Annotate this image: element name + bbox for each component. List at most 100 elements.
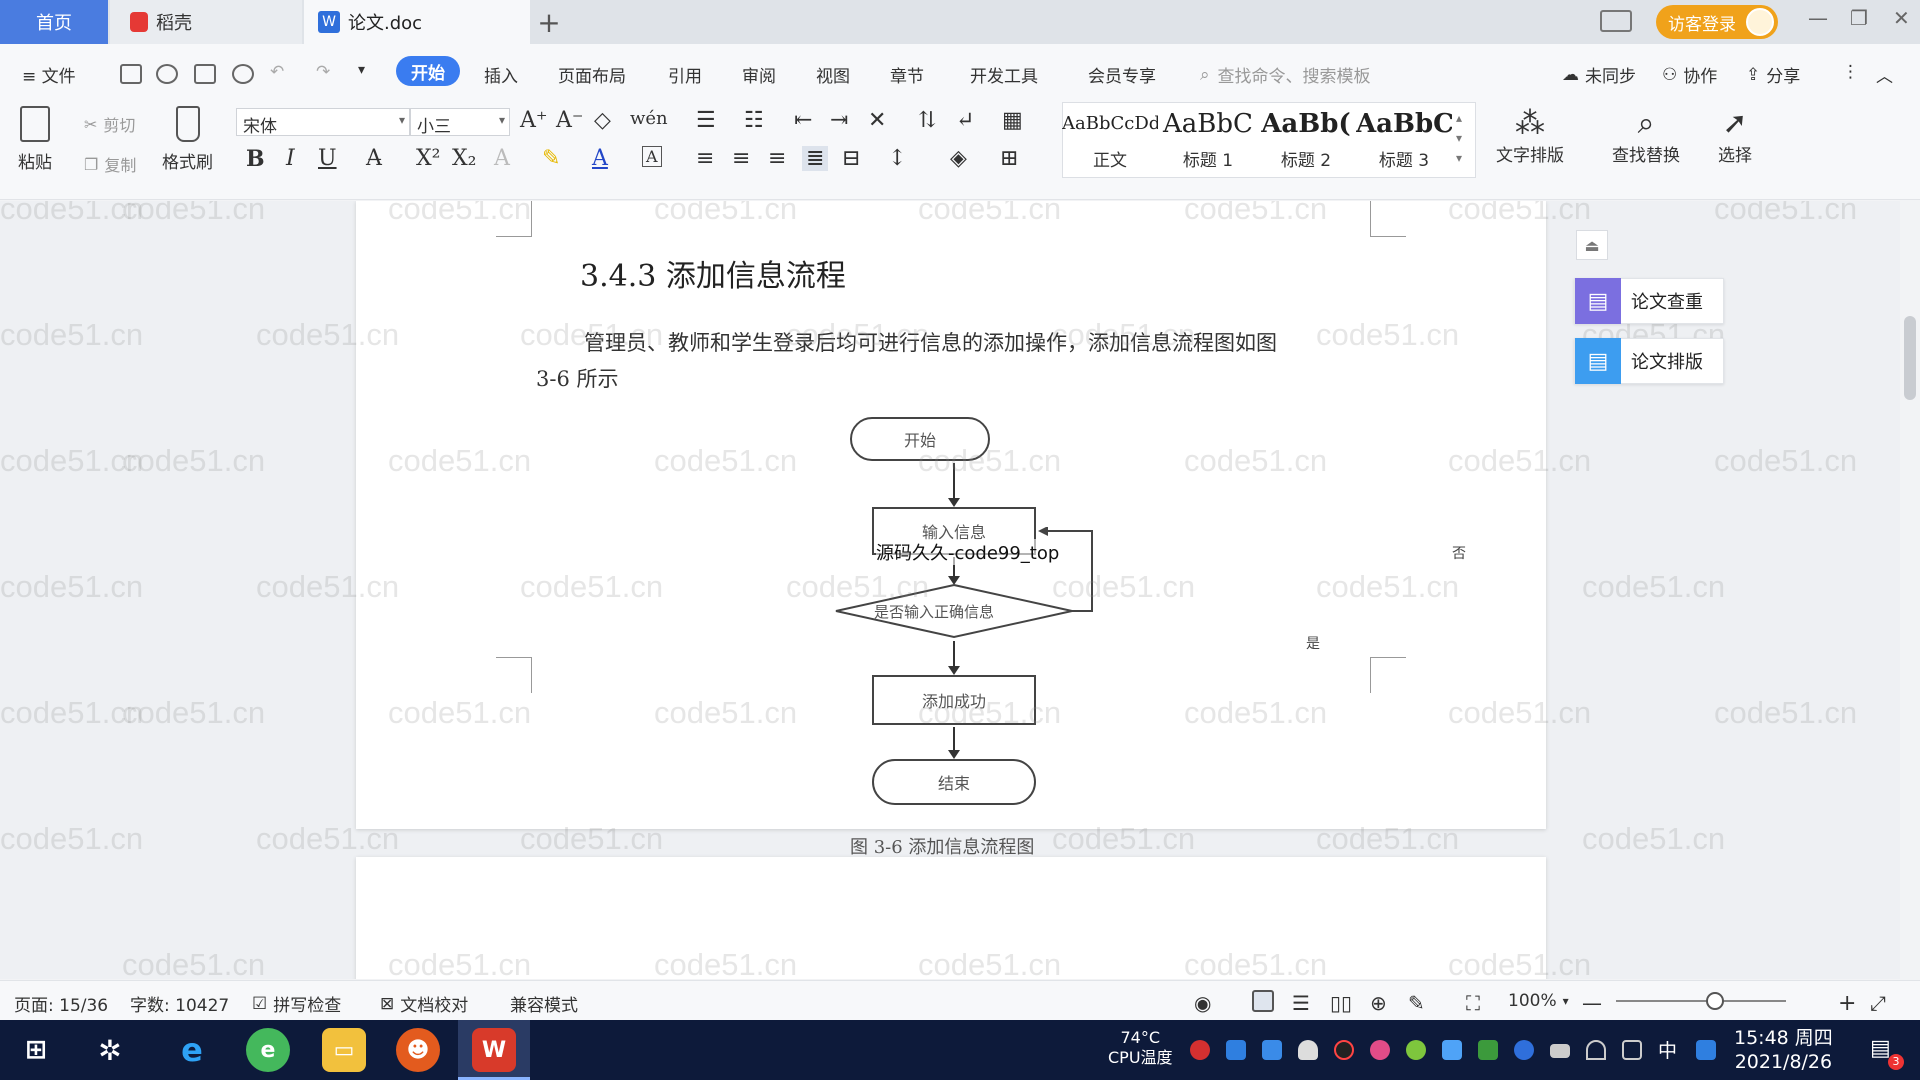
zoom-level-select[interactable]: 100% ▾ bbox=[1508, 991, 1569, 1011]
fullscreen-icon[interactable]: ⤢ bbox=[1870, 991, 1886, 1015]
page-view-icon[interactable] bbox=[1252, 990, 1274, 1012]
menu-member[interactable]: 会员专享 bbox=[1088, 62, 1156, 87]
side-panel-collapse-button[interactable]: ⏏ bbox=[1576, 230, 1608, 260]
bluetooth-icon[interactable] bbox=[1514, 1040, 1534, 1060]
scrollbar-thumb[interactable] bbox=[1904, 316, 1916, 400]
word-count[interactable]: 字数: 10427 bbox=[130, 991, 229, 1016]
menu-view[interactable]: 视图 bbox=[816, 62, 850, 87]
zoom-slider-track[interactable] bbox=[1616, 1000, 1786, 1002]
tray-app-icon[interactable] bbox=[1370, 1040, 1390, 1060]
menu-review[interactable]: 审阅 bbox=[742, 62, 776, 87]
fit-page-icon[interactable]: ⛶ bbox=[1466, 991, 1480, 1015]
output-icon[interactable] bbox=[156, 64, 178, 84]
menu-reference[interactable]: 引用 bbox=[668, 62, 702, 87]
tray-app-icon[interactable] bbox=[1226, 1040, 1246, 1060]
input-method-icon[interactable] bbox=[1696, 1040, 1716, 1060]
outline-view-icon[interactable]: ☰ bbox=[1292, 991, 1310, 1015]
sync-button[interactable]: ☁ 未同步 bbox=[1562, 62, 1636, 88]
document-page[interactable]: 3.4.3 添加信息流程 管理员、教师和学生登录后均可进行信息的添加操作，添加信… bbox=[356, 201, 1546, 829]
bell-icon[interactable] bbox=[1298, 1040, 1318, 1060]
nvidia-icon[interactable] bbox=[1478, 1040, 1498, 1060]
tab-document[interactable]: W 论文.doc bbox=[304, 0, 530, 44]
phonetic-guide-icon[interactable]: wén bbox=[630, 108, 668, 129]
media-app-icon[interactable]: ☻ bbox=[396, 1028, 440, 1072]
tray-app-icon[interactable] bbox=[1442, 1040, 1462, 1060]
shading-icon[interactable]: ◈ bbox=[950, 146, 967, 171]
menu-dev-tools[interactable]: 开发工具 bbox=[970, 62, 1038, 87]
reading-view-icon[interactable]: ▯▯ bbox=[1330, 991, 1352, 1015]
copy-button[interactable]: ❐ 复制 bbox=[84, 152, 136, 176]
write-mode-icon[interactable]: ✎ bbox=[1408, 991, 1425, 1015]
sort-icon[interactable]: ⇅ bbox=[918, 108, 936, 133]
battery-icon[interactable] bbox=[1550, 1044, 1570, 1058]
style-normal[interactable]: AaBbCcDd 正文 bbox=[1062, 104, 1158, 176]
menu-chapter[interactable]: 章节 bbox=[890, 62, 924, 87]
strikethrough-icon[interactable]: A̶ bbox=[366, 146, 382, 171]
style-gallery-scroll-icon[interactable]: ▴ ▾ ▾ bbox=[1456, 108, 1462, 168]
style-heading-1[interactable]: AaBbC 标题 1 bbox=[1160, 104, 1256, 176]
pinwheel-app-icon[interactable]: ✲ bbox=[88, 1028, 132, 1072]
underline-button[interactable]: U bbox=[318, 146, 337, 171]
zoom-in-icon[interactable]: + bbox=[1838, 991, 1856, 1016]
tab-home[interactable]: 首页 bbox=[0, 0, 108, 44]
web-view-icon[interactable]: ⊕ bbox=[1370, 991, 1387, 1015]
borders-icon[interactable]: ⊞ bbox=[1000, 146, 1018, 171]
find-replace-button[interactable]: ⌕ 查找替换 bbox=[1612, 106, 1680, 166]
char-border-icon[interactable]: A bbox=[642, 146, 662, 167]
bullet-list-icon[interactable]: ☰ bbox=[696, 108, 716, 133]
wps-office-icon[interactable]: W bbox=[472, 1028, 516, 1072]
superscript-icon[interactable]: X² bbox=[416, 146, 440, 171]
style-heading-3[interactable]: AaBbC 标题 3 bbox=[1356, 104, 1452, 176]
more-options-icon[interactable]: ⋮ bbox=[1842, 62, 1859, 82]
justify-icon[interactable]: ≣ bbox=[802, 146, 829, 171]
notification-center-icon[interactable]: ▤ bbox=[1870, 1036, 1891, 1061]
minimize-button[interactable]: — bbox=[1808, 6, 1828, 30]
highlight-icon[interactable]: ✎ bbox=[542, 146, 560, 171]
internet-explorer-icon[interactable]: e bbox=[170, 1028, 214, 1072]
text-effect-icon[interactable]: A bbox=[494, 146, 510, 171]
visitor-login-button[interactable]: 访客登录 bbox=[1656, 5, 1778, 39]
document-page-next[interactable] bbox=[356, 857, 1546, 979]
tray-app-icon[interactable] bbox=[1190, 1040, 1210, 1060]
decrease-indent-icon[interactable]: ⇤ bbox=[794, 108, 812, 133]
select-button[interactable]: ➚ 选择 bbox=[1718, 106, 1752, 166]
qq-icon[interactable] bbox=[1334, 1040, 1354, 1060]
zoom-slider-handle[interactable] bbox=[1706, 992, 1724, 1010]
window-layout-icon[interactable] bbox=[1600, 10, 1632, 32]
print-preview-icon[interactable] bbox=[232, 64, 254, 84]
paper-check-button[interactable]: ▤ 论文查重 bbox=[1574, 278, 1724, 324]
italic-button[interactable]: I bbox=[286, 146, 295, 171]
taskbar-clock[interactable]: 15:48 周四 2021/8/26 bbox=[1734, 1026, 1833, 1074]
collaborate-button[interactable]: ⚇ 协作 bbox=[1662, 62, 1717, 88]
table-border-icon[interactable]: ▦ bbox=[1002, 108, 1023, 133]
eye-protection-icon[interactable]: ◉ bbox=[1194, 991, 1211, 1015]
proofread-button[interactable]: ⊠ 文档校对 bbox=[380, 991, 468, 1017]
show-marks-icon[interactable]: ↵ bbox=[956, 108, 974, 133]
menu-start[interactable]: 开始 bbox=[396, 56, 460, 86]
grow-font-icon[interactable]: A⁺ bbox=[520, 108, 548, 133]
align-center-icon[interactable]: ≡ bbox=[732, 146, 750, 171]
redo-icon[interactable]: ↷ bbox=[316, 62, 330, 82]
ime-indicator[interactable]: 中 bbox=[1658, 1036, 1677, 1063]
undo-icon[interactable]: ↶ bbox=[270, 62, 284, 82]
text-layout-button[interactable]: ⁂ 文字排版 bbox=[1496, 106, 1564, 166]
cut-button[interactable]: ✂ 剪切 bbox=[84, 112, 135, 136]
collapse-ribbon-icon[interactable]: ︿ bbox=[1876, 62, 1893, 87]
increase-indent-icon[interactable]: ⇥ bbox=[830, 108, 848, 133]
paste-button[interactable]: 粘贴 bbox=[18, 106, 52, 173]
zoom-out-icon[interactable]: — bbox=[1582, 991, 1602, 1015]
clear-format-icon[interactable]: ◇ bbox=[594, 108, 611, 133]
tray-app-icon[interactable] bbox=[1406, 1040, 1426, 1060]
command-search-input[interactable]: ⌕ 查找命令、搜索模板 bbox=[1200, 62, 1371, 88]
style-heading-2[interactable]: AaBb( 标题 2 bbox=[1258, 104, 1354, 176]
vertical-scrollbar[interactable] bbox=[1900, 201, 1920, 979]
quick-access-dropdown-icon[interactable]: ▾ bbox=[358, 62, 365, 78]
new-tab-button[interactable]: + bbox=[534, 0, 564, 44]
subscript-icon[interactable]: X₂ bbox=[452, 146, 476, 171]
restore-button[interactable]: ❐ bbox=[1850, 6, 1868, 30]
browser-360-icon[interactable]: e bbox=[246, 1028, 290, 1072]
font-color-icon[interactable]: A bbox=[592, 146, 608, 171]
align-left-icon[interactable]: ≡ bbox=[696, 146, 714, 171]
numbered-list-icon[interactable]: ☷ bbox=[744, 108, 764, 133]
menu-insert[interactable]: 插入 bbox=[484, 62, 518, 87]
